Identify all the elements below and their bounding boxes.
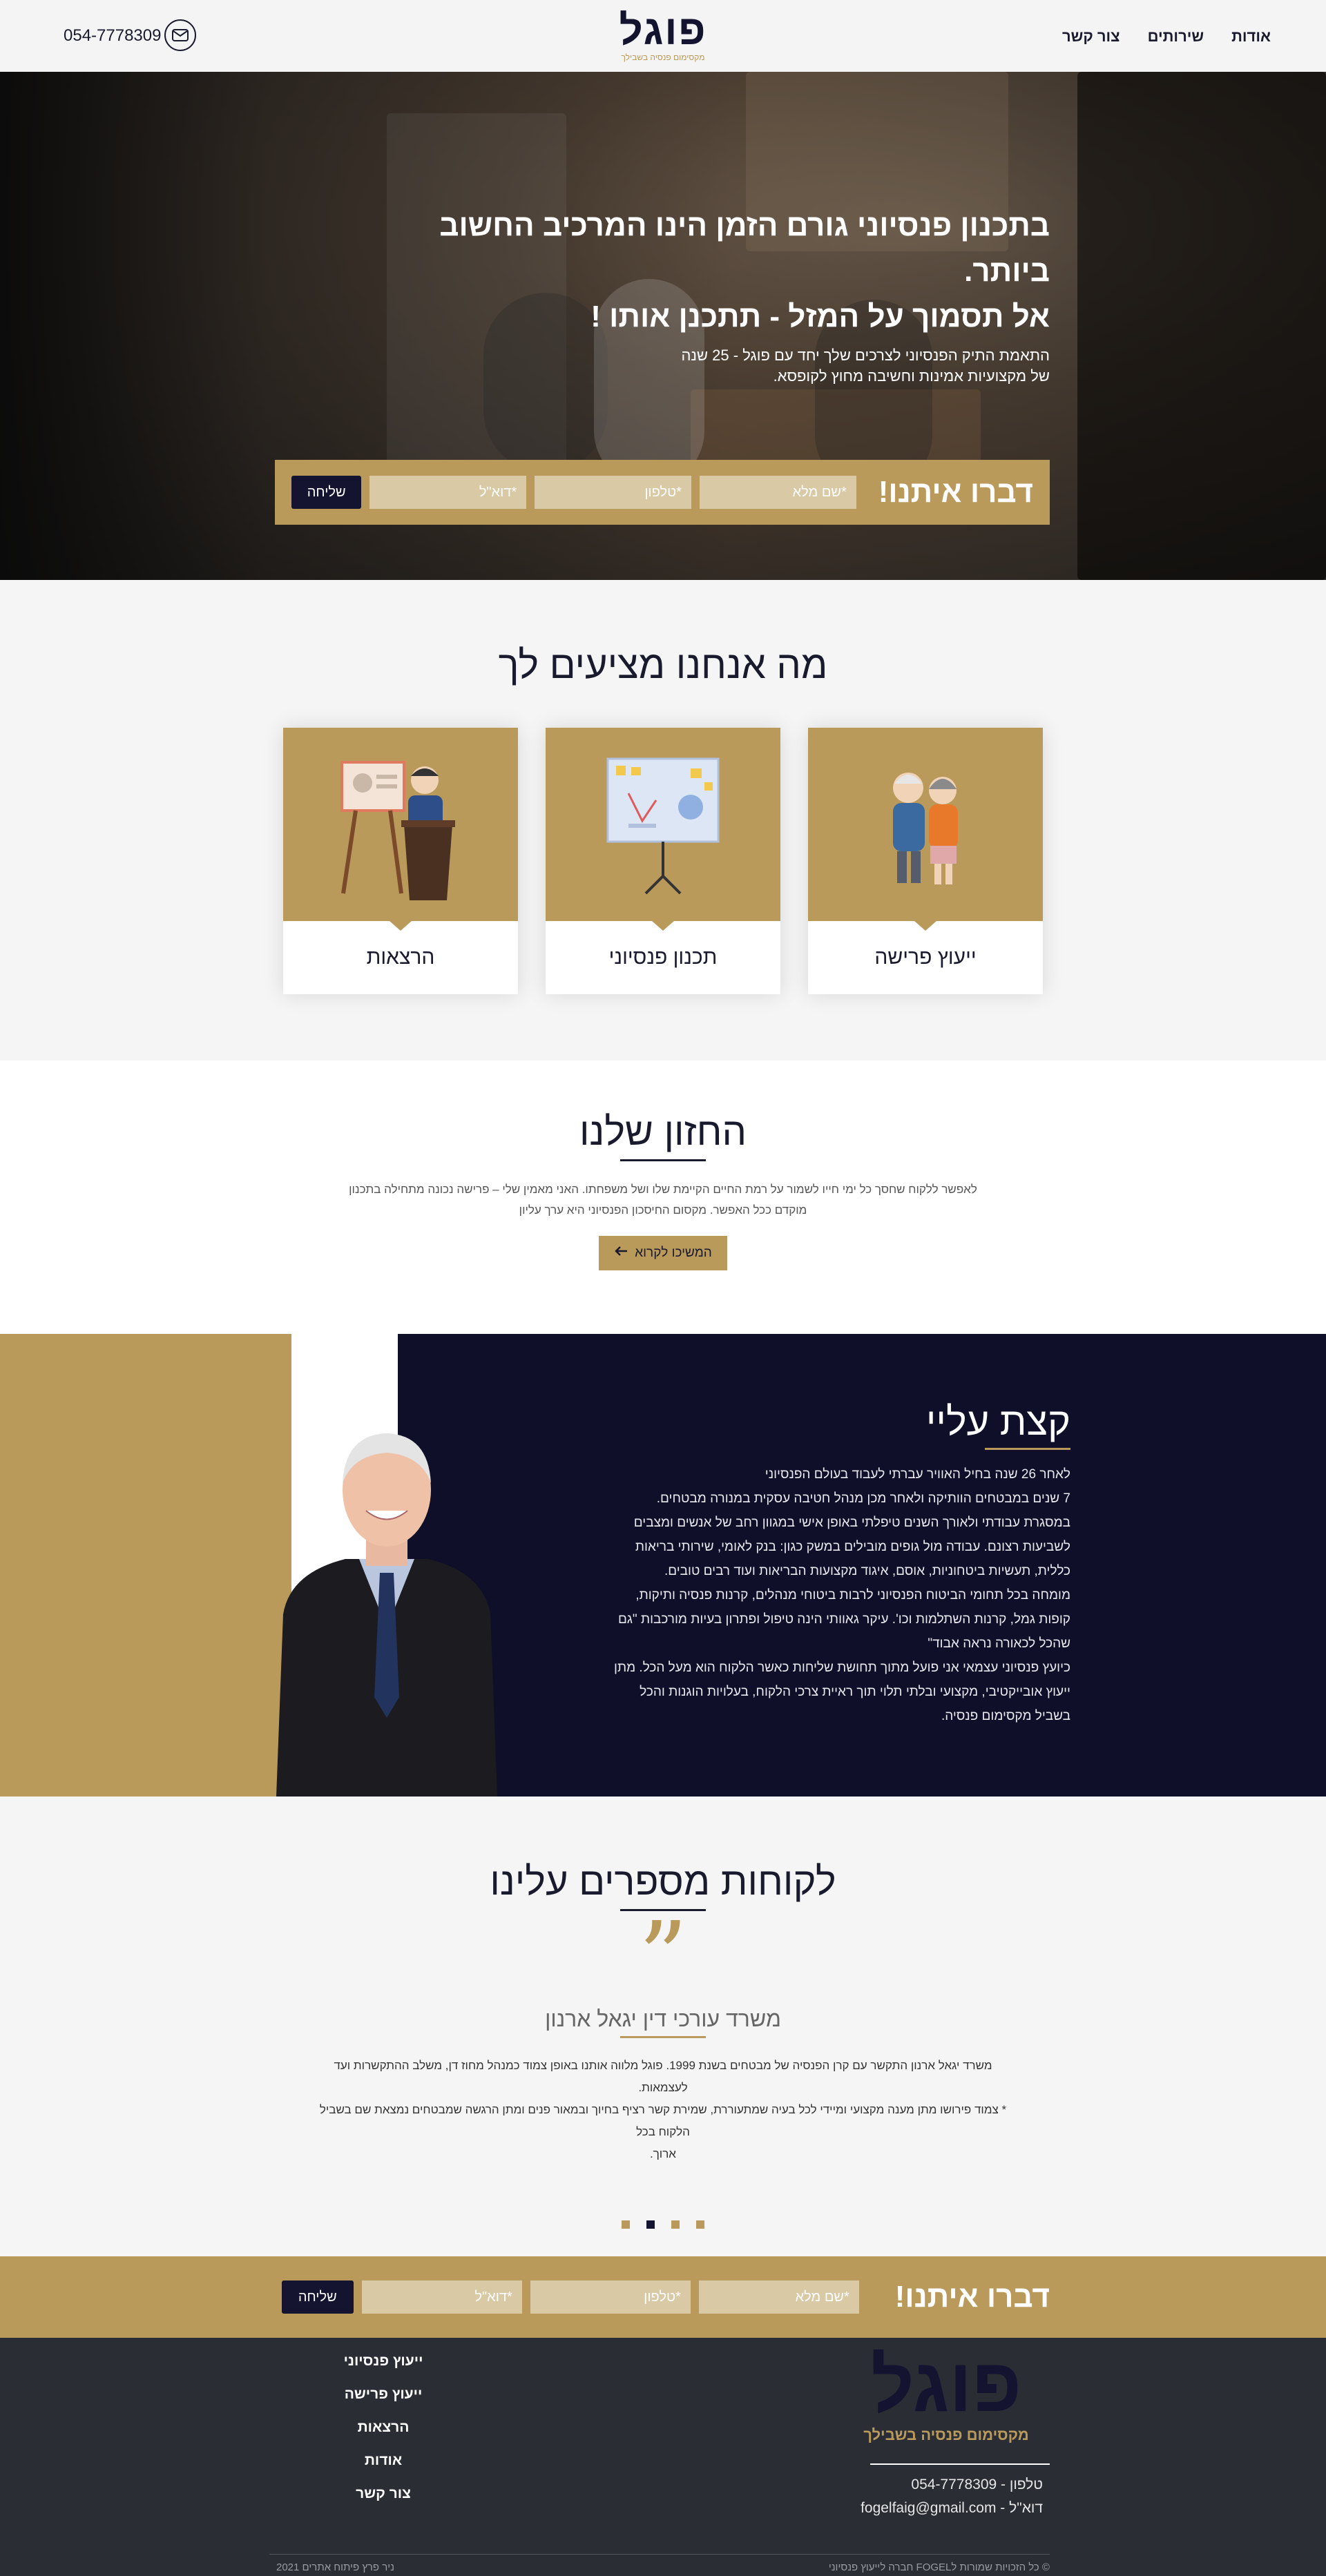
service-card-retirement[interactable]: ייעוץ פרישה <box>808 728 1043 994</box>
elderly-couple-icon <box>808 728 1043 921</box>
bottom-contact-bar: דברו איתנו! *שם מלא *טלפון *דוא"ל שליחה <box>0 2256 1326 2338</box>
about-line: כללית, תעשיות ביטחוניות, אוסם, איגוד מקצ… <box>664 1564 1070 1578</box>
vision-section: החזון שלנו לאפשר ללקוח שחסך כל ימי חייו … <box>0 1061 1326 1334</box>
about-title: קצת עליי <box>925 1400 1070 1443</box>
author-underline <box>620 2036 706 2038</box>
footer-tagline: מקסימום פנסיה בשבילך <box>863 2426 1029 2443</box>
carousel-dots <box>0 2220 1326 2229</box>
testimonial-line: * צמוד פירושו מתן מענה מקצועי ומיידי לכל… <box>319 2103 1007 2138</box>
lecturer-podium-icon <box>283 728 518 921</box>
service-card-lectures[interactable]: הרצאות <box>283 728 518 994</box>
footer-logo[interactable]: פוגל מקסימום פנסיה בשבילך <box>856 2347 1036 2444</box>
mail-icon[interactable] <box>164 19 196 51</box>
footer-bottom-divider <box>269 2554 1050 2555</box>
vision-text: לאפשר ללקוח שחסך כל ימי חייו לשמור על רמ… <box>332 1179 995 1221</box>
carousel-dot[interactable] <box>696 2220 704 2229</box>
carousel-dot[interactable] <box>671 2220 680 2229</box>
services-title: מה אנחנו מציעים לך <box>498 643 828 686</box>
logo-text: פוגל <box>619 7 707 53</box>
nav-services[interactable]: שירותים <box>1148 28 1204 46</box>
footer-logo-text: פוגל <box>870 2343 1022 2428</box>
presentation-board-icon <box>546 728 780 921</box>
about-line: לשביעות רצונם. עבודה מול גופים מובילים ב… <box>635 1540 1070 1554</box>
title-underline <box>620 1159 706 1161</box>
header-phone[interactable]: 054-7778309 <box>64 26 161 46</box>
testimonial-text: משרד יגאל ארנון התקשר עם קרן הפנסיה של מ… <box>311 2055 1015 2165</box>
read-more-label: המשיכו לקרוא <box>635 1246 712 1260</box>
hero-sub-1: התאמת התיק הפנסיוני לצרכים שלך יחד עם פו… <box>681 347 1050 364</box>
phone-input[interactable]: *טלפון <box>535 476 691 509</box>
testimonial-line: משרד יגאל ארנון התקשר עם קרן הפנסיה של מ… <box>334 2059 992 2094</box>
service-label-lectures: הרצאות <box>366 946 435 969</box>
read-more-button[interactable]: המשיכו לקרוא <box>599 1236 727 1270</box>
about-paragraph: לאחר 26 שנה בחיל האוויר עברתי לעבוד בעול… <box>552 1462 1070 1728</box>
name-input[interactable]: *שם מלא <box>698 2280 859 2314</box>
footer-nav: ייעוץ פנסיוני ייעוץ פרישה הרצאות אודות צ… <box>338 2353 428 2502</box>
hero-contact-form: דברו איתנו! *שם מלא *טלפון *דוא"ל שליחה <box>275 460 1050 525</box>
service-label-pension: תכנון פנסיוני <box>608 946 718 969</box>
testimonial-line: ארוך. <box>650 2147 676 2160</box>
carousel-dot[interactable] <box>622 2220 630 2229</box>
about-line: מומחה בכל תחומי הביטוח הפנסיוני לרבות בי… <box>635 1588 1070 1602</box>
footer-link-retirement[interactable]: ייעוץ פרישה <box>338 2386 428 2403</box>
footer-link-lectures[interactable]: הרצאות <box>338 2419 428 2436</box>
copyright-text: © כל הזכויות שמורות לFOGEL חברה לייעוץ פ… <box>828 2562 1050 2573</box>
developer-credit[interactable]: ניר פרץ פיתוח אתרים 2021 <box>276 2562 394 2573</box>
vision-text-1: לאפשר ללקוח שחסך כל ימי חייו לשמור על רמ… <box>349 1183 977 1196</box>
advisor-portrait <box>276 1433 497 1797</box>
about-line: כיועץ פנסיוני עצמאי אני פועל מתוך תחושת … <box>614 1660 1070 1675</box>
carousel-dot-active[interactable] <box>646 2220 655 2229</box>
footer-link-contact[interactable]: צור קשר <box>338 2486 428 2502</box>
testimonial-author: משרד עורכי דין יגאל ארנון <box>545 2006 781 2031</box>
title-underline <box>985 1448 1070 1450</box>
hero-headline-2: אל תסמוך על המזל - תתכנן אותו ! <box>590 300 1050 333</box>
footer-email[interactable]: דוא"ל - fogelfaig@gmail.com <box>861 2497 1043 2520</box>
hero-sub-2: של מקצועיות אמינות וחשיבה מחוץ לקופסא. <box>773 367 1050 385</box>
service-card-pension[interactable]: תכנון פנסיוני <box>546 728 780 994</box>
site-logo[interactable]: פוגל מקסימום פנסיה בשבילך <box>619 7 707 63</box>
hero-form-title: דברו איתנו! <box>878 475 1033 509</box>
site-footer: פוגל מקסימום פנסיה בשבילך טלפון - 054-77… <box>0 2338 1326 2576</box>
site-header: אודות שירותים צור קשר פוגל מקסימום פנסיה… <box>0 0 1326 72</box>
bottom-submit-button[interactable]: שליחה <box>281 2280 354 2314</box>
about-line: במסגרת עבודתי ולאורך השנים טיפלתי באופן … <box>633 1515 1070 1530</box>
nav-contact[interactable]: צור קשר <box>1062 28 1120 46</box>
about-gold-block <box>0 1334 291 1797</box>
about-line: בשביל מקסימום פנסיה. <box>941 1709 1070 1723</box>
vision-text-2: מוקדם ככל האפשר. מקסום החיסכון הפנסיוני … <box>519 1203 807 1217</box>
service-label-retirement: ייעוץ פרישה <box>874 946 977 969</box>
nav-about[interactable]: אודות <box>1231 28 1271 46</box>
testimonials-title: לקוחות מספרים עלינו <box>490 1859 836 1903</box>
bottom-form-title: דברו איתנו! <box>894 2280 1050 2314</box>
email-input[interactable]: *דוא"ל <box>369 476 527 509</box>
service-cards: ייעוץ פרישה תכנון פנסיוני הרצאות <box>283 728 1043 994</box>
about-text: קצת עליי לאחר 26 שנה בחיל האוויר עברתי ל… <box>552 1399 1070 1728</box>
footer-contact-info: טלפון - 054-7778309 דוא"ל - fogelfaig@gm… <box>861 2473 1043 2520</box>
about-section: קצת עליי לאחר 26 שנה בחיל האוויר עברתי ל… <box>0 1334 1326 1797</box>
footer-link-pension[interactable]: ייעוץ פנסיוני <box>338 2353 428 2370</box>
phone-input[interactable]: *טלפון <box>530 2280 691 2314</box>
footer-link-about[interactable]: אודות <box>338 2452 428 2469</box>
main-nav: אודות שירותים צור קשר <box>1062 28 1271 46</box>
about-line: ייעוץ אובייקטיבי, מקצועי ובלתי תלוי תוך … <box>640 1685 1070 1699</box>
about-line: לאחר 26 שנה בחיל האוויר עברתי לעבוד בעול… <box>765 1467 1070 1482</box>
bottom-contact-form: דברו איתנו! *שם מלא *טלפון *דוא"ל שליחה <box>281 2280 1050 2314</box>
email-input[interactable]: *דוא"ל <box>361 2280 522 2314</box>
logo-tagline: מקסימום פנסיה בשבילך <box>621 52 705 62</box>
about-line: שהכל לכאורה נראה אבוד" <box>928 1636 1070 1651</box>
about-line: 7 שנים במבטחים הוותיקה ולאחר מכן מנהל חט… <box>656 1491 1070 1506</box>
vision-title: החזון שלנו <box>579 1110 747 1153</box>
hero-headline-1: בתכנון פנסיוני גורם הזמן הינו המרכיב החש… <box>439 209 1050 288</box>
testimonials-section: לקוחות מספרים עלינו ” משרד עורכי דין יגא… <box>0 1797 1326 2256</box>
arrow-left-icon <box>614 1246 628 1261</box>
hero-section: בתכנון פנסיוני גורם הזמן הינו המרכיב החש… <box>0 72 1326 580</box>
hero-text: בתכנון פנסיוני גורם הזמן הינו המרכיב החש… <box>428 203 1050 387</box>
name-input[interactable]: *שם מלא <box>699 476 856 509</box>
hero-submit-button[interactable]: שליחה <box>291 476 362 509</box>
quote-icon: ” <box>638 1901 688 2014</box>
footer-divider <box>870 2463 1050 2465</box>
footer-phone[interactable]: טלפון - 054-7778309 <box>861 2473 1043 2497</box>
about-line: קופות גמל, קרנות השתלמות וכו'. עיקר גאוו… <box>618 1612 1070 1627</box>
